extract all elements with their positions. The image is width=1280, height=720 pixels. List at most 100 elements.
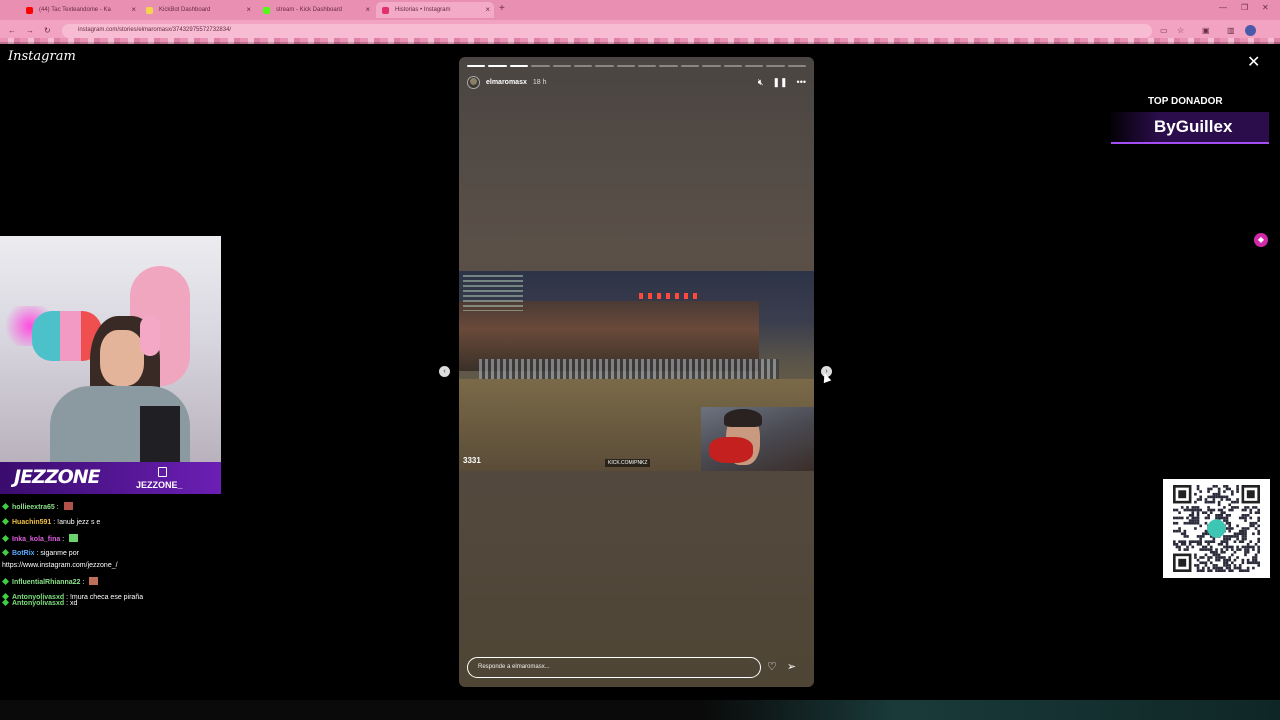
reply-input[interactable]: Responde a elmaromasx... [467, 657, 761, 678]
qr-module [1228, 527, 1231, 530]
close-tab-icon[interactable]: × [365, 5, 370, 14]
previous-story-button[interactable]: ‹ [439, 366, 450, 377]
qr-module [1220, 569, 1224, 572]
tab-kick-dashboard[interactable]: stream - Kick Dashboard × [257, 2, 374, 18]
kick-pin-icon: ◆ [1254, 233, 1268, 247]
tab-label: KickBot Dashboard [159, 7, 211, 13]
story-header: elmaromasx 18 h 🔇︎ ❚❚ ••• [467, 75, 806, 89]
qr-finder [1178, 558, 1187, 567]
avatar[interactable] [467, 75, 480, 89]
new-tab-button[interactable]: + [499, 3, 505, 14]
more-options-icon[interactable]: ••• [797, 77, 806, 88]
qr-module [1186, 521, 1189, 525]
url-input[interactable]: instagram.com/stories/elmaromasx/3743297… [62, 24, 1152, 38]
qr-module [1223, 564, 1226, 567]
qr-module [1202, 535, 1205, 538]
qr-module [1194, 519, 1197, 522]
qr-module [1196, 506, 1200, 509]
qr-module [1207, 566, 1210, 570]
pause-icon[interactable]: ❚❚ [772, 77, 787, 88]
minimize-icon[interactable]: — [1219, 3, 1227, 12]
qr-module [1212, 553, 1216, 557]
profile-avatar[interactable] [1245, 25, 1256, 36]
top-donor-name: ByGuillex [1154, 117, 1233, 136]
qr-module [1225, 535, 1229, 538]
qr-module [1207, 556, 1210, 559]
qr-module [1196, 569, 1200, 572]
qr-module [1225, 545, 1229, 549]
emote-icon [63, 502, 73, 510]
tab-youtube[interactable]: (44) Tac Texteandome - Ka × [20, 2, 140, 18]
qr-module [1228, 508, 1231, 512]
instagram-logo[interactable]: Instagram [8, 49, 76, 64]
close-story-icon[interactable]: ✕ [1247, 52, 1260, 72]
qr-module [1209, 487, 1213, 491]
qr-module [1254, 558, 1258, 562]
qr-module [1223, 490, 1226, 493]
maximize-icon[interactable]: ❐ [1241, 3, 1248, 12]
chat-text: : !anub jezz s e [51, 519, 101, 526]
qr-module [1225, 527, 1229, 530]
bookmark-star-icon[interactable]: ☆ [1177, 26, 1184, 35]
qr-module [1215, 548, 1218, 551]
qr-module [1231, 490, 1234, 493]
qr-module [1217, 514, 1221, 517]
qr-module [1204, 521, 1208, 525]
qr-module [1244, 532, 1247, 536]
qr-module [1249, 540, 1253, 543]
close-window-icon[interactable]: ✕ [1262, 3, 1269, 12]
qr-module [1244, 545, 1247, 549]
qr-module [1252, 566, 1255, 570]
qr-module [1186, 508, 1189, 512]
qr-module [1209, 548, 1213, 551]
send-icon[interactable]: ➢ [787, 660, 796, 673]
qr-module [1215, 492, 1218, 496]
qr-module [1199, 508, 1202, 512]
qr-module [1212, 566, 1216, 570]
qr-module [1191, 506, 1195, 509]
qr-module [1241, 527, 1245, 530]
close-tab-icon[interactable]: × [246, 5, 251, 14]
qr-module [1199, 543, 1202, 546]
qr-module [1188, 540, 1192, 543]
forward-icon[interactable]: → [26, 26, 34, 35]
qr-module [1231, 500, 1234, 504]
qr-module [1254, 527, 1258, 530]
decorative-border [0, 38, 1280, 44]
qr-module [1215, 556, 1218, 559]
qr-module [1220, 566, 1224, 570]
like-heart-icon[interactable]: ♡ [767, 660, 777, 673]
qr-module [1204, 498, 1208, 501]
back-icon[interactable]: ← [8, 26, 16, 35]
qr-module [1231, 492, 1234, 496]
qr-module [1223, 556, 1226, 559]
badge-icon [2, 535, 9, 542]
qr-module [1215, 514, 1218, 517]
traffic-lights [639, 293, 699, 299]
qr-module [1236, 506, 1239, 509]
install-app-icon[interactable]: ▭ [1160, 26, 1168, 35]
badge-icon [2, 578, 9, 585]
sidebar-icon[interactable]: ▥ [1227, 26, 1235, 35]
qr-module [1241, 558, 1245, 562]
story-viewer[interactable]: elmaromasx 18 h 🔇︎ ❚❚ ••• KICK.COM/PNKZ … [459, 57, 814, 687]
qr-module [1254, 506, 1258, 509]
qr-module [1241, 569, 1245, 572]
reload-icon[interactable]: ↻ [44, 26, 51, 35]
qr-module [1244, 516, 1247, 520]
tab-instagram[interactable]: Historias • Instagram × [376, 2, 494, 18]
extensions-icon[interactable]: ▣ [1202, 26, 1210, 35]
qr-module [1244, 553, 1247, 557]
story-username[interactable]: elmaromasx [486, 79, 527, 86]
qr-module [1196, 543, 1200, 546]
close-tab-icon[interactable]: × [131, 5, 136, 14]
tab-kickbot[interactable]: KickBot Dashboard × [140, 2, 255, 18]
qr-module [1196, 519, 1200, 522]
qr-module [1257, 516, 1260, 520]
close-tab-icon[interactable]: × [485, 5, 490, 14]
qr-module [1236, 545, 1239, 549]
qr-module [1225, 516, 1229, 520]
police-line [479, 359, 779, 379]
chat-message: hollieextra65 : [2, 502, 73, 511]
mute-icon[interactable]: 🔇︎ [758, 77, 764, 88]
